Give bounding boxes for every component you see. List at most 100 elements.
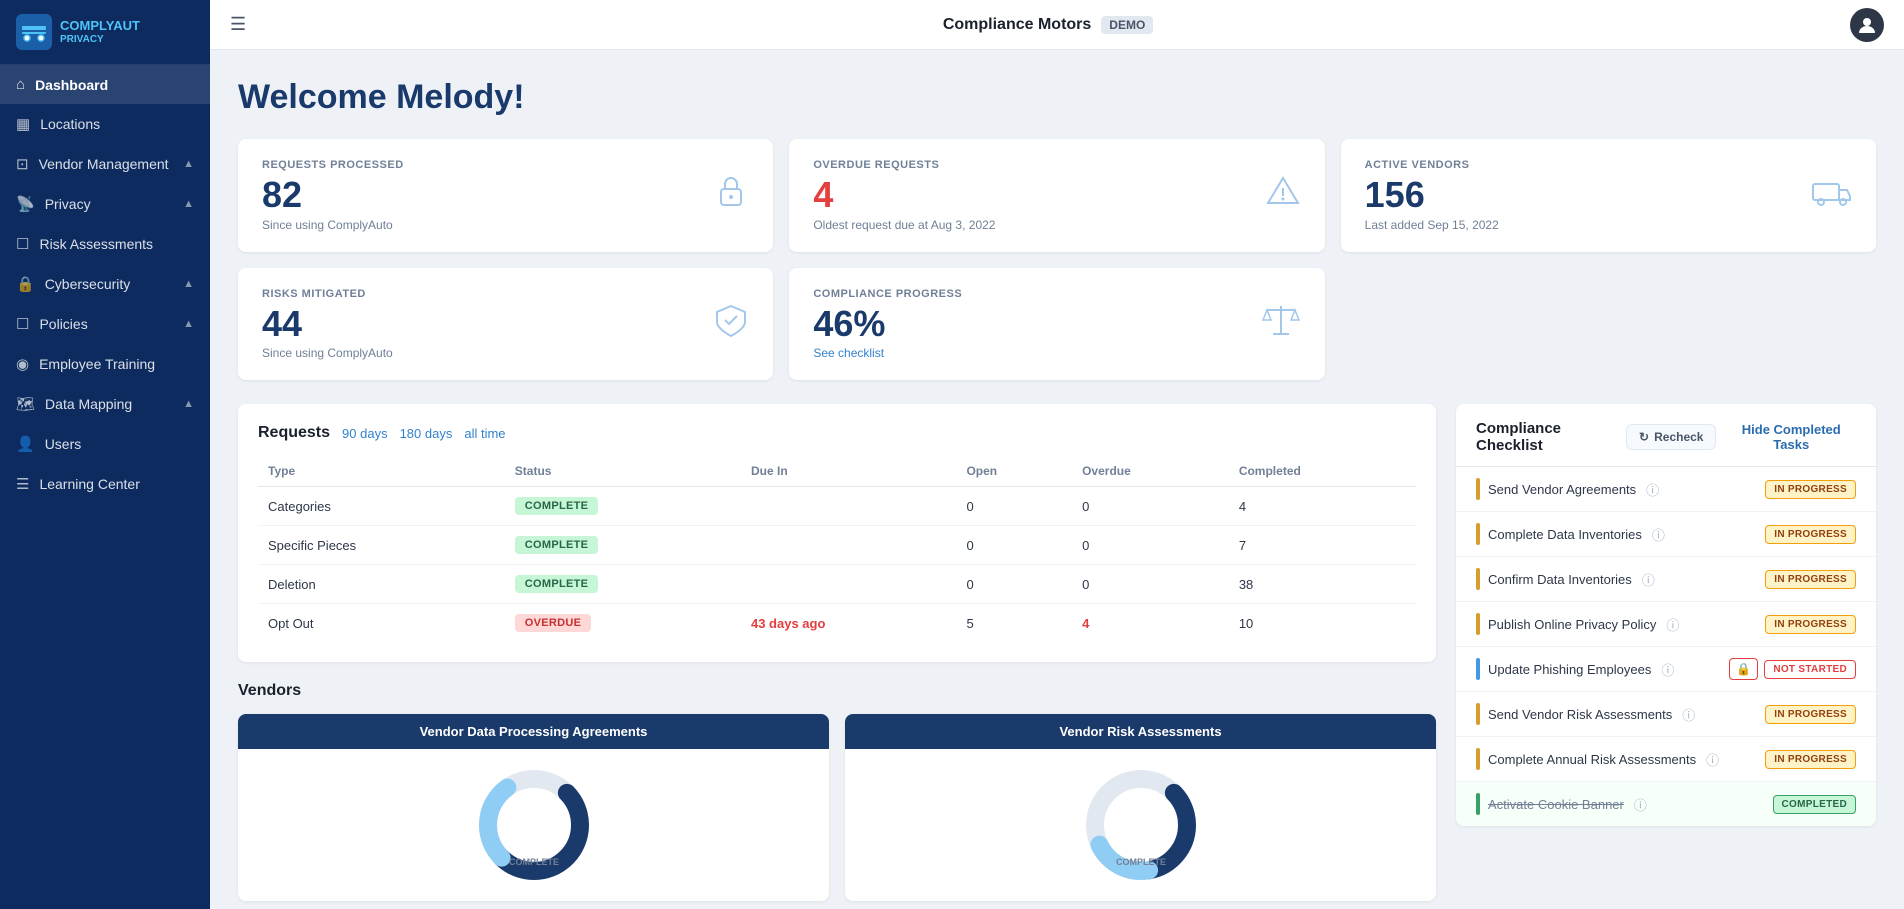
- requests-processed-sub: Since using ComplyAuto: [262, 218, 404, 232]
- sidebar-item-risk-assessments[interactable]: ☐ Risk Assessments: [0, 224, 210, 264]
- checklist-item-update-phishing: Update Phishing Employees ⓘ 🔒 NOT STARTE…: [1456, 647, 1876, 692]
- table-row: Opt Out OVERDUE 43 days ago 5 4 10: [258, 604, 1416, 643]
- vendors-grid: Vendor Data Processing Agreements COMPLE…: [238, 714, 1436, 901]
- requests-processed-value: 82: [262, 175, 404, 215]
- user-avatar[interactable]: [1850, 8, 1884, 42]
- checklist-header: Compliance Checklist ↻ Recheck Hide Comp…: [1456, 404, 1876, 467]
- status-badge: COMPLETED: [1773, 795, 1856, 814]
- checklist-item-label: Update Phishing Employees: [1488, 662, 1651, 677]
- svg-text:COMPLETE: COMPLETE: [1115, 857, 1165, 867]
- sidebar-item-dashboard[interactable]: ⌂ Dashboard: [0, 65, 210, 104]
- vendors-title: Vendors: [238, 682, 1436, 700]
- checklist-item-send-vendor-agreements: Send Vendor Agreements ⓘ IN PROGRESS: [1456, 467, 1876, 512]
- company-name: Compliance Motors: [943, 16, 1091, 34]
- sidebar-item-privacy[interactable]: 📡 Privacy ▲: [0, 184, 210, 224]
- requests-section: Requests 90 days 180 days all time Type …: [238, 404, 1436, 662]
- info-icon: ⓘ: [1666, 615, 1679, 634]
- truck-stat-icon: [1812, 176, 1852, 214]
- row-status: COMPLETE: [505, 565, 741, 604]
- sidebar-label-vendor-management: Vendor Management: [39, 156, 169, 172]
- checklist-item-label: Activate Cookie Banner: [1488, 797, 1624, 812]
- demo-badge: DEMO: [1101, 16, 1153, 34]
- info-icon: ⓘ: [1646, 480, 1659, 499]
- vendor-vra-header: Vendor Risk Assessments: [845, 714, 1436, 749]
- status-badge: IN PROGRESS: [1765, 750, 1856, 769]
- overdue-requests-sub: Oldest request due at Aug 3, 2022: [813, 218, 995, 232]
- stat-risks-mitigated: RISKS MITIGATED 44 Since using ComplyAut…: [238, 268, 773, 381]
- checklist-item-publish-privacy-policy: Publish Online Privacy Policy ⓘ IN PROGR…: [1456, 602, 1876, 647]
- risks-mitigated-value: 44: [262, 304, 393, 344]
- book-icon: ☰: [16, 475, 29, 493]
- status-badge: IN PROGRESS: [1765, 705, 1856, 724]
- sidebar-item-users[interactable]: 👤 Users: [0, 424, 210, 464]
- checklist-actions: ↻ Recheck Hide Completed Tasks: [1626, 422, 1856, 452]
- checklist-title: Compliance Checklist: [1476, 420, 1626, 454]
- sidebar-label-locations: Locations: [40, 116, 100, 132]
- vendors-section: Vendors Vendor Data Processing Agreement…: [238, 682, 1436, 901]
- sidebar-item-data-mapping[interactable]: 🗺 Data Mapping ▲: [0, 384, 210, 424]
- policies-icon: ☐: [16, 315, 29, 333]
- row-type: Specific Pieces: [258, 526, 505, 565]
- checklist-item-label: Send Vendor Risk Assessments: [1488, 707, 1672, 722]
- vendor-dpa-card: Vendor Data Processing Agreements COMPLE…: [238, 714, 829, 901]
- stat-compliance-progress: COMPLIANCE PROGRESS 46% See checklist: [789, 268, 1324, 381]
- compliance-progress-sub[interactable]: See checklist: [813, 346, 962, 360]
- sidebar-item-learning-center[interactable]: ☰ Learning Center: [0, 464, 210, 504]
- status-badge: IN PROGRESS: [1765, 525, 1856, 544]
- lock-icon: 🔒: [16, 275, 35, 293]
- hide-completed-button[interactable]: Hide Completed Tasks: [1726, 422, 1856, 452]
- link-90-days[interactable]: 90 days: [342, 426, 388, 441]
- sidebar-item-locations[interactable]: ▦ Locations: [0, 104, 210, 144]
- warning-stat-icon: [1265, 173, 1301, 217]
- sidebar-label-cybersecurity: Cybersecurity: [45, 276, 131, 292]
- checklist-item-activate-cookie: Activate Cookie Banner ⓘ COMPLETED: [1456, 782, 1876, 826]
- menu-toggle-button[interactable]: ☰: [230, 14, 246, 35]
- shield-stat-icon: [713, 302, 749, 346]
- overdue-requests-label: OVERDUE REQUESTS: [813, 159, 995, 171]
- chevron-up-icon-data: ▲: [183, 398, 194, 410]
- info-icon: ⓘ: [1706, 750, 1719, 769]
- stats-grid: REQUESTS PROCESSED 82 Since using Comply…: [238, 139, 1876, 380]
- svg-text:COMPLETE: COMPLETE: [508, 857, 558, 867]
- status-badge: IN PROGRESS: [1765, 480, 1856, 499]
- row-type: Categories: [258, 487, 505, 526]
- bar-indicator: [1476, 523, 1480, 545]
- requests-table: Type Status Due In Open Overdue Complete…: [258, 456, 1416, 642]
- info-icon: ⓘ: [1642, 570, 1655, 589]
- sidebar-item-vendor-management[interactable]: ⊡ Vendor Management ▲: [0, 144, 210, 184]
- requests-title: Requests 90 days 180 days all time: [258, 424, 1416, 442]
- info-icon: ⓘ: [1661, 660, 1674, 679]
- checklist-item-send-vendor-risk: Send Vendor Risk Assessments ⓘ IN PROGRE…: [1456, 692, 1876, 737]
- checklist-item-label: Confirm Data Inventories: [1488, 572, 1632, 587]
- sidebar-item-cybersecurity[interactable]: 🔒 Cybersecurity ▲: [0, 264, 210, 304]
- checklist-item-label: Send Vendor Agreements: [1488, 482, 1636, 497]
- table-row: Specific Pieces COMPLETE 0 0 7: [258, 526, 1416, 565]
- status-badge: NOT STARTED: [1764, 660, 1856, 679]
- row-status: COMPLETE: [505, 526, 741, 565]
- sidebar-label-policies: Policies: [39, 316, 87, 332]
- topbar: ☰ Compliance Motors DEMO: [210, 0, 1904, 50]
- active-vendors-value: 156: [1365, 175, 1499, 215]
- active-vendors-label: ACTIVE VENDORS: [1365, 159, 1499, 171]
- row-type: Deletion: [258, 565, 505, 604]
- link-180-days[interactable]: 180 days: [400, 426, 453, 441]
- logo-area: COMPLYAUT PRIVACY: [0, 0, 210, 65]
- vendor-vra-body: COMPLETE: [845, 749, 1436, 901]
- scale-stat-icon: [1261, 302, 1301, 346]
- recheck-button[interactable]: ↻ Recheck: [1626, 424, 1716, 450]
- risks-mitigated-label: RISKS MITIGATED: [262, 288, 393, 300]
- lower-grid: Requests 90 days 180 days all time Type …: [238, 404, 1876, 901]
- home-icon: ⌂: [16, 76, 25, 93]
- sidebar-item-employee-training[interactable]: ◉ Employee Training: [0, 344, 210, 384]
- sidebar-label-data-mapping: Data Mapping: [45, 396, 132, 412]
- link-all-time[interactable]: all time: [464, 426, 505, 441]
- vendor-icon: ⊡: [16, 155, 29, 173]
- sidebar-label-employee-training: Employee Training: [39, 356, 155, 372]
- active-vendors-sub: Last added Sep 15, 2022: [1365, 218, 1499, 232]
- sidebar-item-policies[interactable]: ☐ Policies ▲: [0, 304, 210, 344]
- users-icon: 👤: [16, 435, 35, 453]
- checklist-item-label: Publish Online Privacy Policy: [1488, 617, 1656, 632]
- checklist-item-label: Complete Annual Risk Assessments: [1488, 752, 1696, 767]
- refresh-icon: ↻: [1639, 430, 1649, 444]
- checklist-item-complete-data-inventories: Complete Data Inventories ⓘ IN PROGRESS: [1456, 512, 1876, 557]
